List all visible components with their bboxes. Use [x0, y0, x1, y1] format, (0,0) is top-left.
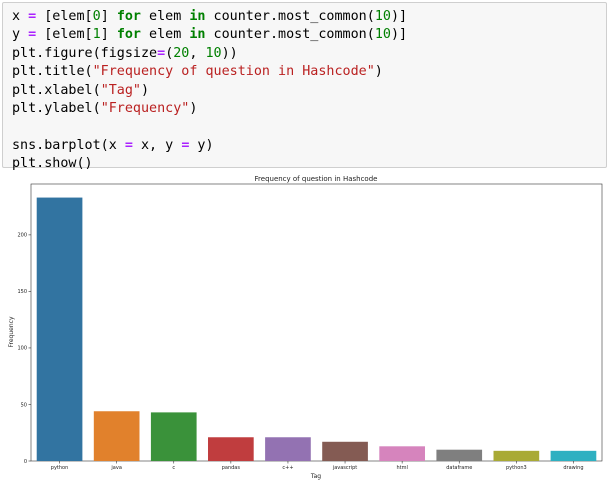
code-token: "Frequency of question in Hashcode"	[92, 64, 375, 80]
code-token: plt.title(	[12, 64, 93, 80]
code-token: in	[189, 27, 206, 43]
x-tick-label: python3	[506, 465, 527, 471]
bar-c	[265, 437, 311, 461]
code-line: y = [elem[1] for elem in counter.most_co…	[12, 26, 606, 44]
y-axis-label: Frequency	[8, 316, 15, 347]
bar-pandas	[208, 437, 254, 461]
x-tick-label: html	[396, 465, 407, 471]
code-token: 0	[92, 9, 101, 24]
code-token: counter.most_common(	[205, 9, 375, 24]
code-cell[interactable]: x = [elem[0] for elem in counter.most_co…	[2, 2, 607, 171]
code-line: sns.barplot(x = x, y = y)	[12, 137, 606, 155]
x-tick-label: python	[51, 465, 69, 471]
chart-bars	[36, 197, 597, 461]
code-token: in	[189, 9, 206, 24]
code-token: 10	[374, 27, 391, 43]
code-token: x, y	[132, 137, 182, 153]
code-token: for	[116, 27, 141, 43]
code-token: ))	[221, 45, 238, 61]
code-token: plt.figure(figsize	[12, 45, 158, 61]
code-token: sns.barplot(x	[12, 137, 125, 153]
code-token: x	[12, 9, 29, 24]
bar-c	[150, 412, 197, 461]
x-tick-label: c++	[282, 465, 293, 471]
code-token: elem	[141, 27, 190, 43]
code-token: "Frequency"	[100, 100, 190, 116]
code-token: ,	[189, 45, 206, 61]
code-token: [elem[	[36, 27, 93, 43]
code-token: 20	[173, 45, 190, 61]
code-token: =	[157, 45, 166, 61]
code-token: "Tag"	[100, 82, 141, 98]
bar-drawing	[550, 450, 597, 461]
code-token: =	[124, 137, 133, 153]
code-token: plt.show()	[12, 156, 93, 172]
code-token: )]	[390, 27, 408, 43]
y-tick-label: 100	[17, 346, 27, 352]
code-token: )	[374, 64, 383, 80]
x-tick-label: java	[110, 465, 121, 471]
x-tick-label: javascript	[332, 465, 357, 471]
code-token: plt.xlabel(	[12, 82, 101, 98]
y-tick-label: 0	[24, 459, 27, 465]
y-tick-label: 150	[17, 289, 27, 295]
code-token: =	[28, 9, 37, 24]
code-token: =	[28, 27, 37, 43]
x-tick-label: pandas	[222, 465, 241, 471]
code-token: 10	[374, 9, 391, 24]
bar-python	[36, 197, 83, 461]
x-tick-label: drawing	[563, 465, 583, 471]
code-line: x = [elem[0] for elem in counter.most_co…	[12, 8, 606, 26]
code-token: y)	[189, 137, 214, 153]
y-tick-label: 200	[17, 233, 27, 239]
code-line: plt.figure(figsize=(20, 10))	[12, 45, 606, 63]
code-line: plt.title("Frequency of question in Hash…	[12, 63, 606, 81]
x-tick-label: dataframe	[446, 465, 472, 471]
code-editor[interactable]: x = [elem[0] for elem in counter.most_co…	[12, 8, 606, 174]
code-token: ]	[100, 9, 117, 24]
code-line: plt.ylabel("Frequency")	[12, 100, 606, 118]
code-line: plt.xlabel("Tag")	[12, 82, 606, 100]
code-token: 1	[92, 27, 101, 43]
bar-python3	[493, 450, 540, 461]
chart-title: Frequency of question in Hashcode	[255, 175, 378, 183]
bar-dataframe	[436, 449, 483, 461]
code-token: 10	[205, 45, 222, 61]
code-token: )]	[390, 9, 408, 24]
code-token: [elem[	[36, 9, 93, 24]
bar-chart: Frequency of question in Hashcode Tag Fr…	[8, 175, 603, 480]
x-tick-label: c	[172, 465, 175, 471]
code-token: )	[141, 82, 150, 98]
code-token: for	[116, 9, 141, 24]
x-axis-label: Tag	[310, 473, 321, 480]
y-tick-label: 50	[21, 402, 27, 408]
code-token: elem	[141, 9, 190, 24]
code-token: plt.ylabel(	[12, 100, 101, 116]
bar-java	[93, 411, 140, 461]
bar-html	[379, 446, 425, 461]
code-token: ]	[100, 27, 117, 43]
code-line: plt.show()	[12, 155, 606, 173]
code-token: )	[189, 100, 198, 116]
bar-javascript	[322, 441, 368, 461]
code-token: counter.most_common(	[205, 27, 375, 43]
output-area: Frequency of question in Hashcode Tag Fr…	[0, 172, 612, 483]
code-token: y	[12, 27, 29, 43]
